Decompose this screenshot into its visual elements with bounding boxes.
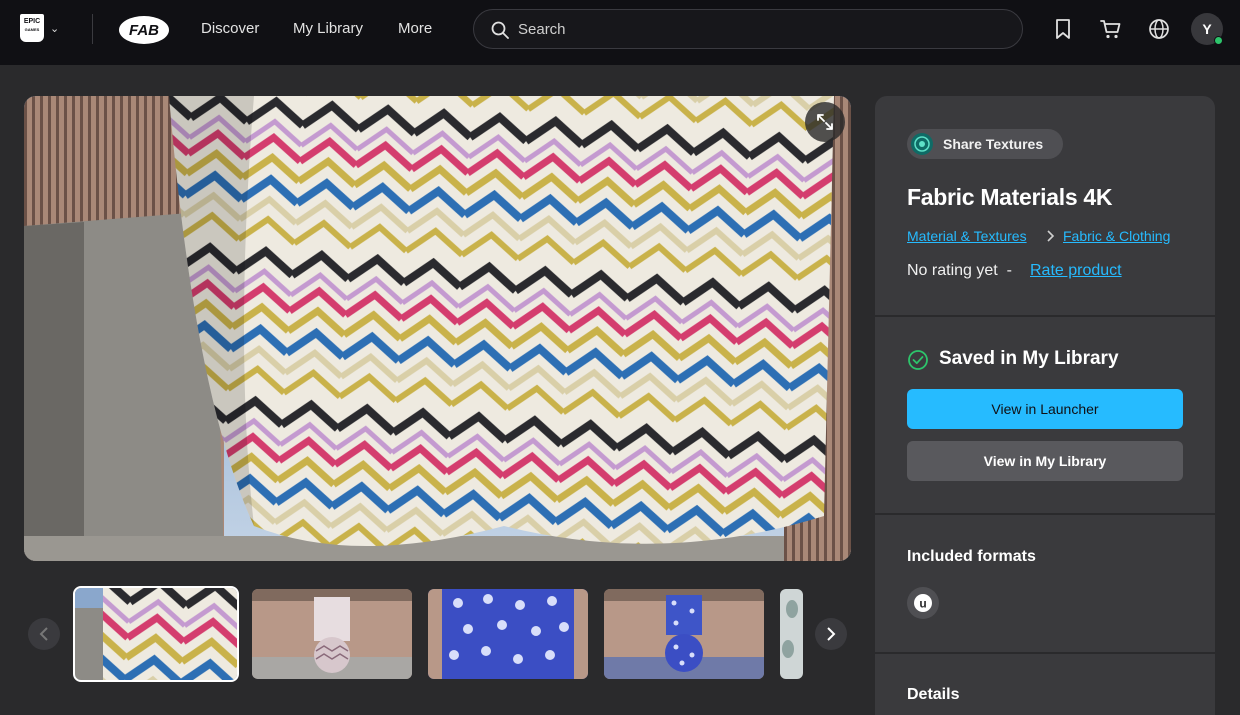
svg-text:u: u bbox=[919, 597, 926, 611]
fab-logo[interactable]: FAB bbox=[118, 15, 170, 45]
chevron-left-icon bbox=[39, 627, 48, 641]
divider bbox=[875, 513, 1215, 515]
rating-separator: - bbox=[1006, 262, 1012, 279]
divider bbox=[875, 652, 1215, 654]
globe-icon[interactable] bbox=[1147, 17, 1171, 41]
search-icon bbox=[491, 21, 509, 39]
bookmark-icon[interactable] bbox=[1051, 17, 1075, 41]
nav-my-library[interactable]: My Library bbox=[293, 20, 363, 37]
thumbnail-image bbox=[428, 589, 588, 679]
thumbnail-1[interactable] bbox=[73, 586, 239, 682]
expand-icon bbox=[817, 114, 833, 130]
unreal-engine-icon: u bbox=[914, 594, 932, 612]
thumbnail-image bbox=[75, 588, 237, 680]
thumbnail-3[interactable] bbox=[428, 589, 588, 679]
svg-text:FAB: FAB bbox=[129, 22, 159, 39]
divider bbox=[875, 315, 1215, 317]
epic-games-logo[interactable]: EPIC GAMES bbox=[20, 14, 44, 42]
included-formats-title: Included formats bbox=[907, 548, 1036, 565]
chevron-right-icon bbox=[827, 627, 836, 641]
seller-name: Share Textures bbox=[943, 136, 1044, 152]
details-title: Details bbox=[907, 686, 960, 703]
cart-icon[interactable] bbox=[1099, 17, 1123, 41]
chevron-down-icon[interactable]: ⌄ bbox=[50, 22, 59, 35]
chevron-right-icon bbox=[1047, 230, 1055, 242]
check-circle-icon bbox=[908, 350, 928, 370]
view-in-launcher-button[interactable]: View in Launcher bbox=[907, 389, 1183, 429]
thumbnail-prev-button[interactable] bbox=[28, 618, 60, 650]
divider bbox=[92, 14, 93, 44]
seller-avatar bbox=[911, 133, 933, 155]
search-bar[interactable] bbox=[473, 9, 1023, 49]
product-title: Fabric Materials 4K bbox=[907, 184, 1113, 210]
view-in-my-library-button[interactable]: View in My Library bbox=[907, 441, 1183, 481]
top-navigation-bar: EPIC GAMES ⌄ FAB Discover My Library More… bbox=[0, 0, 1240, 65]
thumbnail-image bbox=[780, 589, 803, 679]
expand-button[interactable] bbox=[805, 102, 845, 142]
rating-status: No rating yet - bbox=[907, 262, 1012, 280]
breadcrumb-fabric-clothing[interactable]: Fabric & Clothing bbox=[1063, 228, 1170, 244]
seller-chip[interactable]: Share Textures bbox=[907, 129, 1063, 159]
rate-product-link[interactable]: Rate product bbox=[1030, 262, 1122, 280]
nav-discover[interactable]: Discover bbox=[201, 20, 259, 37]
fabric-chevron-render bbox=[24, 96, 851, 561]
nav-more[interactable]: More bbox=[398, 20, 432, 37]
rating-text: No rating yet bbox=[907, 262, 998, 279]
thumbnail-5[interactable] bbox=[780, 589, 803, 679]
thumbnail-4[interactable] bbox=[604, 589, 764, 679]
avatar[interactable]: Y bbox=[1191, 13, 1223, 45]
breadcrumb-material-textures[interactable]: Material & Textures bbox=[907, 228, 1027, 244]
product-preview-image[interactable] bbox=[24, 96, 851, 561]
thumbnail-next-button[interactable] bbox=[815, 618, 847, 650]
online-status-dot bbox=[1214, 36, 1223, 45]
thumbnail-image bbox=[604, 589, 764, 679]
search-input[interactable] bbox=[518, 18, 998, 40]
thumbnail-2[interactable] bbox=[252, 589, 412, 679]
saved-in-library-status: Saved in My Library bbox=[939, 348, 1119, 369]
thumbnail-image bbox=[252, 589, 412, 679]
format-badge[interactable]: u bbox=[907, 587, 939, 619]
share-textures-logo-icon bbox=[914, 136, 930, 152]
avatar-initial: Y bbox=[1202, 21, 1212, 37]
